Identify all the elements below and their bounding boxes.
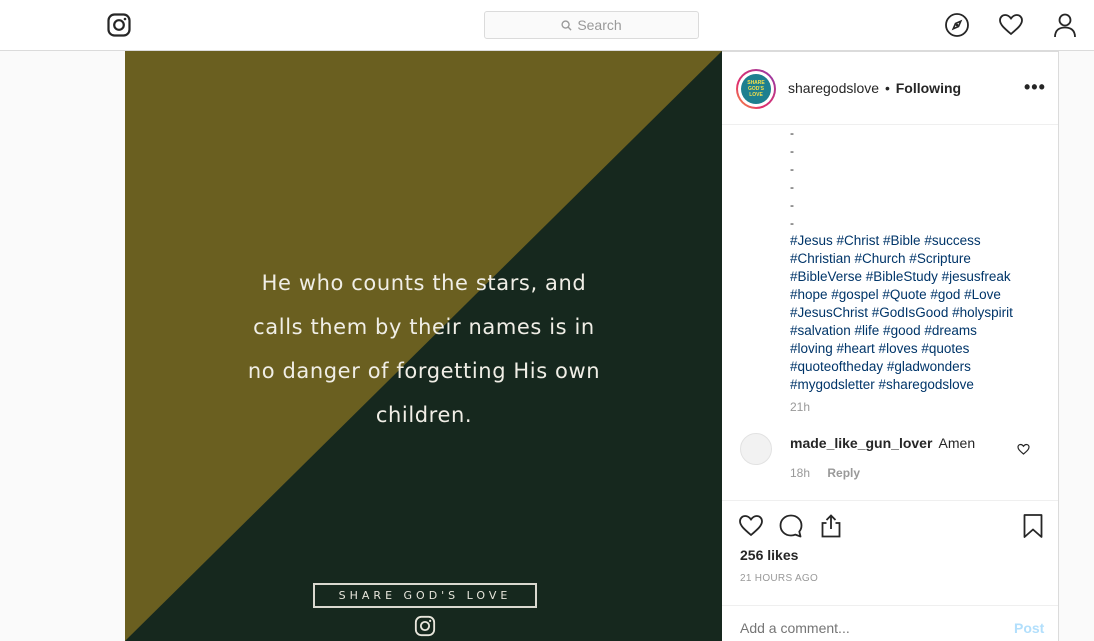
caption-dot-line: - (790, 216, 794, 230)
comment: made_like_gun_lover Amen (790, 435, 975, 451)
following-button[interactable]: Following (896, 80, 961, 96)
post-header: SHARE GOD'S LOVE sharegodslove • Followi… (722, 52, 1058, 125)
comment-body: Amen (938, 435, 976, 451)
search-input[interactable]: Search (484, 11, 699, 39)
quote-line: calls them by their names is in (253, 315, 595, 339)
reply-button[interactable]: Reply (827, 466, 860, 480)
caption-dot-line: - (790, 126, 794, 140)
post-actions: 256 likes 21 HOURS AGO Post (722, 500, 1058, 641)
hashtag-line[interactable]: #hope #gospel #Quote #god #Love (790, 286, 1040, 304)
hashtag-line[interactable]: #Jesus #Christ #Bible #success (790, 232, 1040, 250)
caption-dot-line: - (790, 144, 794, 158)
share-icon[interactable] (818, 513, 844, 539)
hashtag-line[interactable]: #salvation #life #good #dreams (790, 322, 1040, 340)
instagram-icon (414, 615, 436, 637)
bookmark-icon[interactable] (1020, 513, 1046, 539)
hashtag-line[interactable]: #JesusChrist #GodIsGood #holyspirit (790, 304, 1040, 322)
post-image[interactable]: He who counts the stars, and calls them … (125, 51, 722, 641)
hashtag-line[interactable]: #mygodsletter #sharegodslove (790, 376, 1040, 394)
username-link[interactable]: sharegodslove (788, 80, 879, 96)
comment-timestamp[interactable]: 18h (790, 466, 810, 480)
comment-avatar[interactable] (740, 433, 772, 465)
hashtag-line[interactable]: #quoteoftheday #gladwonders (790, 358, 1040, 376)
comment-username[interactable]: made_like_gun_lover (790, 435, 932, 451)
comment-bubble-icon[interactable] (778, 513, 804, 539)
add-comment-bar: Post (722, 605, 1058, 641)
instagram-logo-icon[interactable] (107, 13, 131, 37)
likes-count[interactable]: 256 likes (740, 547, 798, 563)
compass-icon[interactable] (944, 12, 970, 38)
quote-line: no danger of forgetting His own (247, 359, 601, 383)
user-icon[interactable] (1052, 12, 1078, 38)
hashtag-line[interactable]: #BibleVerse #BibleStudy #jesusfreak (790, 268, 1040, 286)
post-comment-button[interactable]: Post (1014, 620, 1044, 636)
separator-dot: • (884, 80, 890, 96)
comment-meta: 18h Reply (790, 466, 860, 480)
caption-dot-line: - (790, 198, 794, 212)
like-heart-icon[interactable] (738, 513, 764, 539)
add-comment-input[interactable] (740, 620, 980, 636)
caption: - - - - - - #Jesus #Christ #Bible #succe… (790, 124, 1040, 394)
comment-like-heart-icon[interactable] (1017, 443, 1030, 456)
post-timestamp[interactable]: 21 HOURS AGO (740, 573, 818, 584)
caption-timestamp[interactable]: 21h (790, 400, 810, 414)
more-options-icon[interactable]: ••• (1024, 78, 1046, 96)
quote-line: children. (375, 403, 473, 427)
avatar[interactable]: SHARE GOD'S LOVE (736, 69, 776, 109)
search-icon (561, 19, 572, 31)
heart-icon[interactable] (998, 12, 1024, 38)
search-placeholder: Search (577, 17, 622, 33)
hashtag-line[interactable]: #loving #heart #loves #quotes (790, 340, 1040, 358)
hashtag-line[interactable]: #Christian #Church #Scripture (790, 250, 1040, 268)
top-navigation-bar: Search (0, 0, 1094, 51)
quote-line: He who counts the stars, and (261, 271, 587, 295)
post-details-panel: SHARE GOD'S LOVE sharegodslove • Followi… (722, 51, 1059, 641)
avatar-image: SHARE GOD'S LOVE (741, 74, 771, 104)
caption-dot-line: - (790, 180, 794, 194)
quote-text: He who counts the stars, and calls them … (220, 261, 628, 437)
caption-dot-line: - (790, 162, 794, 176)
post-author: sharegodslove • Following (788, 80, 961, 96)
brand-box: SHARE GOD'S LOVE (313, 583, 537, 608)
